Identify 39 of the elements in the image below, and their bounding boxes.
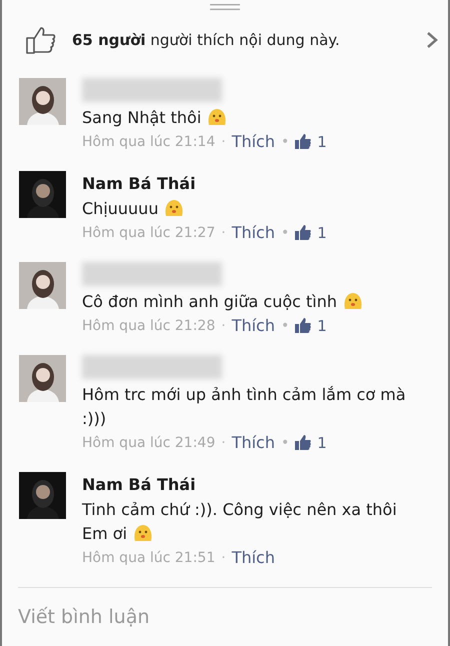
separator-dot: · (221, 224, 226, 240)
comment-time: Hôm qua lúc 21:51 (82, 550, 216, 566)
comment-text: Tinh cảm chứ :)). Công việc nên xa thôi Em ơi (82, 499, 398, 545)
drag-handle-icon[interactable] (209, 4, 241, 12)
thumbs-up-icon (295, 318, 312, 333)
comment-time: Hôm qua lúc 21:28 (82, 318, 216, 334)
likes-summary[interactable]: 65 người người thích nội dung này. (72, 30, 426, 49)
separator-dot: • (280, 318, 290, 334)
thumbs-up-icon (295, 134, 312, 149)
like-link[interactable]: Thích (232, 548, 275, 567)
like-link[interactable]: Thích (232, 132, 275, 151)
comment-time: Hôm qua lúc 21:27 (82, 224, 216, 240)
comment-text: Hôm trc mới up ảnh tình cảm lắm cơ mà :))) (82, 384, 407, 430)
separator-dot: · (221, 134, 226, 150)
comment-text: Chịuuuuu (82, 197, 417, 221)
like-link[interactable]: Thích (232, 316, 275, 335)
like-count: 1 (317, 224, 327, 242)
comment-time: Hôm qua lúc 21:14 (82, 134, 216, 150)
comment-input-field[interactable]: Viết bình luận (18, 606, 432, 628)
like-link[interactable]: Thích (232, 223, 275, 242)
separator-dot: • (280, 224, 290, 240)
separator-dot: · (221, 434, 226, 450)
thumbs-up-icon (295, 225, 312, 240)
separator-dot: • (280, 434, 290, 450)
comment-text: Cô đơn mình anh giữa cuộc tình (82, 290, 417, 314)
thumbs-up-icon (26, 26, 56, 54)
comment-text: Sang Nhật thôi (82, 106, 417, 130)
like-link[interactable]: Thích (232, 433, 275, 452)
separator-dot: · (221, 318, 226, 334)
like-count: 1 (317, 316, 327, 334)
like-count: 1 (317, 132, 327, 150)
commenter-name[interactable]: Nam Bá Thái (82, 472, 417, 498)
like-count: 1 (317, 434, 327, 452)
comment-time: Hôm qua lúc 21:49 (82, 434, 216, 450)
separator-dot: · (221, 550, 226, 566)
separator-dot: • (280, 134, 290, 150)
commenter-name[interactable]: Nam Bá Thái (82, 171, 417, 197)
thumbs-up-icon (295, 435, 312, 450)
chevron-right-icon[interactable] (426, 30, 438, 49)
